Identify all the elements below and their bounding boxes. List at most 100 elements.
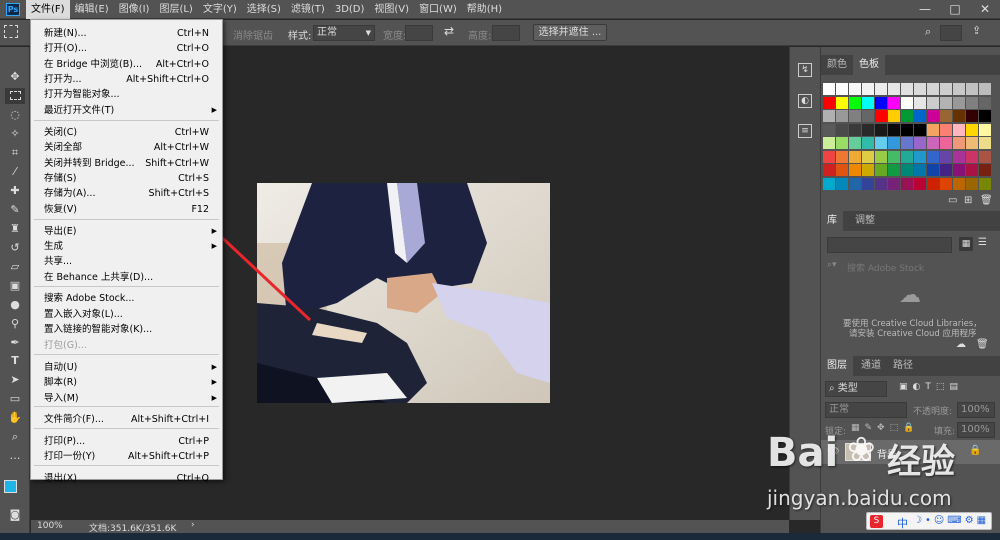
- share-icon[interactable]: ⇪: [972, 24, 981, 37]
- file-menu-item[interactable]: 置入嵌入对象(L)...: [31, 307, 222, 322]
- tab-swatches[interactable]: 色板: [853, 55, 885, 75]
- color-swatch[interactable]: [862, 150, 874, 163]
- search-icon[interactable]: ⌕: [925, 25, 931, 39]
- color-swatch[interactable]: [927, 96, 939, 109]
- file-menu-item[interactable]: 存储为(A)... Shift+Ctrl+S: [31, 186, 222, 201]
- tab-libraries[interactable]: 库: [821, 211, 843, 231]
- color-swatch[interactable]: [927, 83, 939, 95]
- color-swatch[interactable]: [979, 164, 991, 176]
- color-swatch[interactable]: [836, 137, 848, 149]
- color-swatch[interactable]: [914, 137, 926, 149]
- ime-toolbar[interactable]: S 中 ☽•☺⌨⚙▦: [866, 512, 992, 530]
- layer-filter-icons[interactable]: ▣◐T⬚▤: [899, 382, 963, 392]
- eyedropper-icon[interactable]: ⁄: [5, 164, 25, 180]
- color-swatch[interactable]: [849, 123, 861, 136]
- color-swatch[interactable]: [914, 150, 926, 163]
- file-menu-item[interactable]: 打开为... Alt+Shift+Ctrl+O: [31, 72, 222, 87]
- more-tools-icon[interactable]: …: [5, 448, 25, 464]
- blend-mode-select[interactable]: 正常: [825, 402, 907, 418]
- minimize-button[interactable]: —: [910, 0, 940, 19]
- color-swatch[interactable]: [862, 110, 874, 122]
- hand-tool-icon[interactable]: ✋: [5, 410, 25, 426]
- file-menu-item[interactable]: 关闭(C) Ctrl+W: [31, 125, 222, 140]
- crop-tool-icon[interactable]: ⌗: [5, 145, 25, 161]
- library-select[interactable]: [827, 237, 952, 253]
- tab-channels[interactable]: 通道: [855, 356, 887, 376]
- color-swatch[interactable]: [823, 83, 835, 95]
- file-menu-item[interactable]: 打开(O)... Ctrl+O: [31, 41, 222, 56]
- file-menu-item[interactable]: 存储(S) Ctrl+S: [31, 171, 222, 186]
- color-swatch[interactable]: [966, 137, 978, 149]
- color-swatch[interactable]: [862, 137, 874, 149]
- color-swatch[interactable]: [966, 164, 978, 176]
- color-swatch[interactable]: [901, 110, 913, 122]
- color-swatch[interactable]: [823, 137, 835, 149]
- move-tool-icon[interactable]: ✥: [5, 69, 25, 85]
- menu-window[interactable]: 窗口(W): [414, 0, 462, 19]
- color-swatch[interactable]: [849, 83, 861, 95]
- zoom-level[interactable]: 100%: [37, 521, 63, 531]
- color-swatch[interactable]: [966, 96, 978, 109]
- color-swatch[interactable]: [953, 123, 965, 136]
- menu-layer[interactable]: 图层(L): [154, 0, 197, 19]
- color-swatch[interactable]: [862, 177, 874, 190]
- color-swatch[interactable]: [953, 110, 965, 122]
- color-swatch[interactable]: [836, 96, 848, 109]
- color-swatch[interactable]: [875, 96, 887, 109]
- color-swatch[interactable]: [901, 83, 913, 95]
- color-swatch[interactable]: [823, 164, 835, 176]
- menu-view[interactable]: 视图(V): [369, 0, 414, 19]
- color-swatch[interactable]: [862, 123, 874, 136]
- file-menu-item[interactable]: 自动(U) ▶: [31, 360, 222, 375]
- color-swatch[interactable]: [940, 137, 952, 149]
- quick-mask-icon[interactable]: ◙: [5, 507, 25, 523]
- color-swatch[interactable]: [966, 83, 978, 95]
- file-menu-item[interactable]: 导出(E) ▶: [31, 224, 222, 239]
- color-swatch[interactable]: [927, 177, 939, 190]
- color-swatch[interactable]: [836, 164, 848, 176]
- color-swatch[interactable]: [940, 123, 952, 136]
- color-swatch[interactable]: [914, 123, 926, 136]
- history-brush-icon[interactable]: ↺: [5, 240, 25, 256]
- file-menu-item[interactable]: 在 Bridge 中浏览(B)... Alt+Ctrl+O: [31, 57, 222, 72]
- color-swatch[interactable]: [979, 137, 991, 149]
- color-swatch[interactable]: [927, 164, 939, 176]
- color-swatch[interactable]: [875, 150, 887, 163]
- foreground-color[interactable]: [4, 480, 17, 493]
- new-folder-icon[interactable]: ▭: [948, 195, 957, 206]
- color-swatch[interactable]: [953, 177, 965, 190]
- color-swatch[interactable]: [875, 83, 887, 95]
- color-swatch[interactable]: [914, 110, 926, 122]
- tab-paths[interactable]: 路径: [887, 356, 919, 376]
- file-menu-item[interactable]: 文件简介(F)... Alt+Shift+Ctrl+I: [31, 412, 222, 427]
- color-swatch[interactable]: [836, 110, 848, 122]
- color-swatch[interactable]: [914, 96, 926, 109]
- marquee-preset-icon[interactable]: [4, 25, 18, 38]
- color-swatch[interactable]: [875, 177, 887, 190]
- file-menu-item[interactable]: 关闭全部 Alt+Ctrl+W: [31, 140, 222, 155]
- color-swatch[interactable]: [940, 110, 952, 122]
- magic-wand-icon[interactable]: ✧: [5, 126, 25, 142]
- color-swatch[interactable]: [940, 150, 952, 163]
- close-button[interactable]: ✕: [970, 0, 1000, 19]
- file-menu-item[interactable]: 恢复(V) F12: [31, 202, 222, 217]
- color-swatch[interactable]: [953, 150, 965, 163]
- color-swatch[interactable]: [836, 83, 848, 95]
- color-swatch[interactable]: [888, 150, 900, 163]
- color-swatch[interactable]: [875, 123, 887, 136]
- color-swatch[interactable]: [940, 177, 952, 190]
- file-menu-item[interactable]: 打开为智能对象...: [31, 87, 222, 102]
- color-swatch[interactable]: [849, 110, 861, 122]
- type-tool-icon[interactable]: T: [5, 353, 25, 369]
- color-swatch[interactable]: [836, 177, 848, 190]
- swatch-grid[interactable]: [821, 83, 1000, 193]
- menu-file[interactable]: 文件(F): [26, 0, 70, 19]
- color-swatch[interactable]: [953, 164, 965, 176]
- color-swatch[interactable]: [940, 83, 952, 95]
- color-swatch[interactable]: [901, 177, 913, 190]
- tab-color[interactable]: 颜色: [821, 55, 853, 75]
- color-swatch[interactable]: [979, 150, 991, 163]
- healing-brush-icon[interactable]: ✚: [5, 183, 25, 199]
- color-swatch[interactable]: [953, 137, 965, 149]
- brush-tool-icon[interactable]: ✎: [5, 202, 25, 218]
